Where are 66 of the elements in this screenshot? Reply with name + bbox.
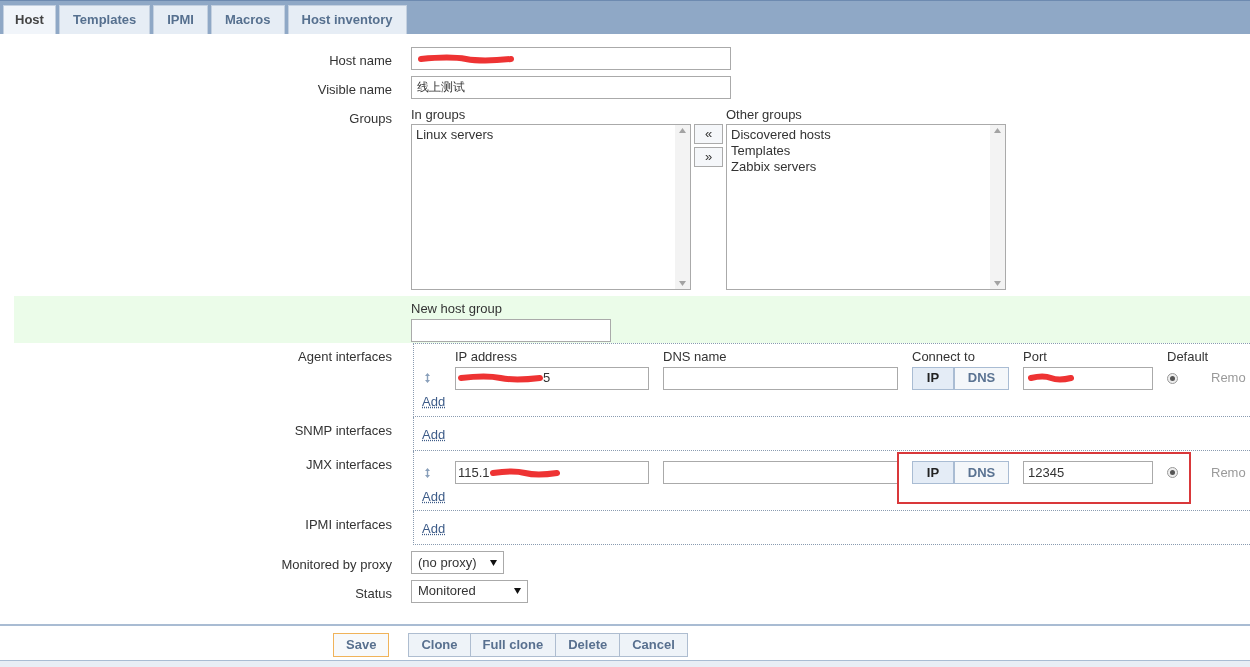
scroll-down-icon[interactable]	[679, 281, 686, 286]
scrollbar[interactable]	[675, 125, 690, 289]
add-link[interactable]: Add	[422, 392, 446, 412]
toggle-button[interactable]: DNS	[954, 366, 1009, 390]
action-button[interactable]: Delete	[555, 633, 621, 657]
dropdown-arrow-icon	[490, 559, 497, 566]
input-field[interactable]: 12345	[1023, 461, 1153, 484]
dropdown-arrow-icon	[514, 588, 521, 594]
drag-handle-icon[interactable]	[425, 467, 430, 478]
input-field[interactable]: 线上测试	[411, 75, 731, 99]
scrollbar[interactable]	[990, 125, 1005, 289]
column-header: IP address	[455, 348, 518, 366]
field-label: Visible name	[317, 81, 392, 97]
radio-button[interactable]	[1167, 467, 1178, 478]
scroll-up-icon[interactable]	[679, 128, 686, 133]
field-label: Agent interfaces	[298, 349, 392, 364]
toggle-button[interactable]: IP	[912, 461, 954, 484]
column-header: Default	[1167, 348, 1210, 366]
toggle-button[interactable]: IP	[912, 366, 954, 390]
scroll-up-icon[interactable]	[994, 128, 1001, 133]
field-label: Groups	[349, 111, 392, 126]
move-right-button[interactable]: »	[694, 147, 723, 167]
list-box[interactable]: Discovered hosts Templates Zabbix servers	[726, 124, 1006, 290]
column-header: Connect to	[912, 348, 976, 366]
list-item[interactable]: Zabbix servers	[731, 159, 990, 175]
add-link[interactable]: Add	[422, 424, 446, 444]
tab[interactable]: IPMI	[153, 5, 208, 34]
input-field[interactable]	[1023, 366, 1153, 390]
field-label: Status	[355, 585, 392, 601]
input-field[interactable]	[411, 47, 731, 70]
field-label: Monitored by proxy	[281, 557, 392, 572]
field-label: JMX interfaces	[306, 456, 392, 472]
list-label: Other groups	[726, 106, 803, 124]
toggle-button[interactable]: DNS	[954, 461, 1009, 484]
list-label: In groups	[411, 106, 467, 124]
input-field[interactable]	[411, 319, 611, 342]
dropdown[interactable]: Monitored	[411, 579, 528, 603]
add-link[interactable]: Add	[422, 486, 446, 506]
move-left-button[interactable]: «	[694, 124, 723, 144]
action-button[interactable]: Cancel	[619, 633, 688, 657]
list-box[interactable]: Linux servers	[411, 124, 691, 290]
field-label: SNMP interfaces	[294, 422, 392, 438]
drag-handle-icon[interactable]	[425, 373, 430, 383]
column-header: DNS name	[663, 348, 728, 366]
add-link[interactable]: Add	[422, 519, 446, 539]
tab[interactable]: Templates	[58, 5, 151, 34]
save-button[interactable]: Save	[333, 633, 390, 657]
field-label: IPMI interfaces	[305, 517, 392, 532]
field-label: New host group	[411, 301, 504, 317]
tab[interactable]: Host inventory	[287, 5, 407, 34]
input-field[interactable]	[663, 366, 898, 390]
input-field[interactable]	[663, 461, 898, 484]
list-item[interactable]: Discovered hosts	[731, 127, 990, 143]
tab[interactable]: Host	[3, 5, 56, 34]
tab[interactable]: Macros	[210, 5, 285, 34]
column-header: Port	[1023, 348, 1048, 366]
field-label: Host name	[329, 53, 392, 68]
input-field[interactable]: 115.1	[455, 461, 649, 484]
action-button[interactable]: Clone	[408, 633, 471, 657]
radio-button[interactable]	[1167, 372, 1178, 384]
list-item[interactable]: Linux servers	[416, 127, 675, 143]
dropdown[interactable]: (no proxy)	[411, 551, 504, 574]
list-item[interactable]: Templates	[731, 143, 990, 159]
input-field[interactable]: 5	[455, 366, 649, 390]
scroll-down-icon[interactable]	[994, 281, 1001, 286]
action-button[interactable]: Full clone	[469, 633, 557, 657]
